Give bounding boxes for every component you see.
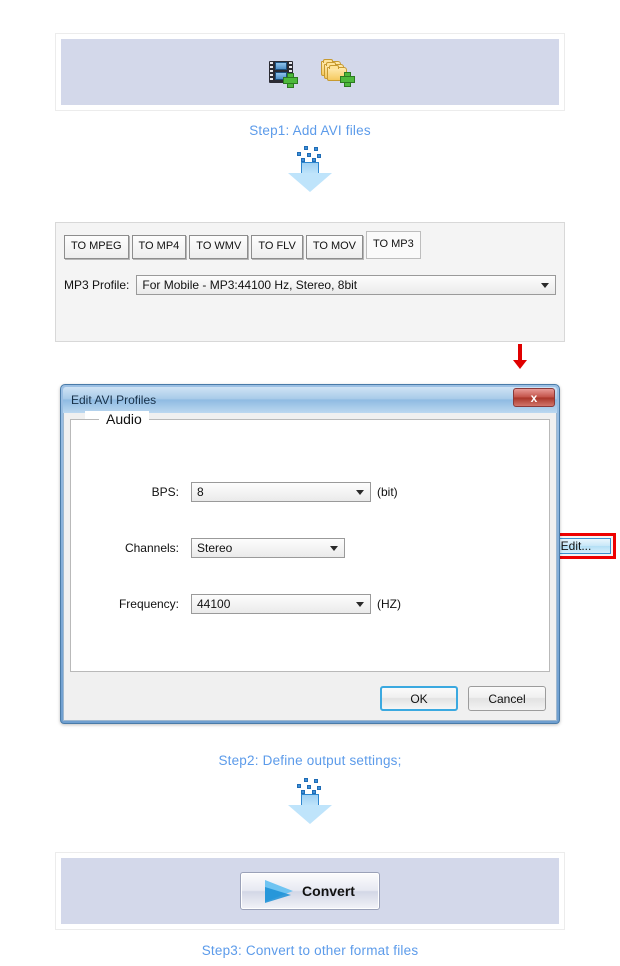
chevron-down-icon	[356, 602, 364, 607]
cancel-button[interactable]: Cancel	[468, 686, 546, 711]
bps-value: 8	[197, 485, 204, 499]
step3-panel: Convert	[55, 852, 565, 930]
ok-button-label: OK	[410, 691, 428, 706]
dialog-client-area: Audio BPS: 8 (bit) Channels: Stereo Freq…	[63, 411, 557, 721]
film-frame-top	[275, 62, 287, 70]
frequency-label: Frequency:	[118, 597, 179, 611]
dissolve-arrow-2	[287, 778, 333, 824]
red-arrow-head	[513, 360, 527, 369]
arrow-head	[288, 173, 332, 192]
step1-panel-fill	[61, 39, 559, 105]
audio-legend-text: Audio	[99, 411, 149, 427]
dialog-button-bar: OK Cancel	[380, 686, 546, 711]
red-arrow-shaft	[518, 344, 522, 360]
step3-caption: Step3: Convert to other format files	[201, 943, 419, 958]
convert-button-row: Convert	[61, 858, 559, 924]
red-pointer-arrow	[513, 344, 527, 369]
cancel-button-label: Cancel	[488, 691, 526, 706]
step1-caption: Step1: Add AVI files	[249, 123, 371, 138]
edit-button-label: Edit...	[560, 539, 592, 553]
dissolve-dots	[296, 146, 324, 162]
add-video-file-icon[interactable]	[269, 59, 298, 88]
dialog-titlebar[interactable]: Edit AVI Profiles x	[63, 387, 557, 413]
green-plus-icon	[340, 72, 355, 87]
tab-to-mp4[interactable]: TO MP4	[131, 235, 187, 259]
audio-groupbox: Audio BPS: 8 (bit) Channels: Stereo Freq…	[70, 411, 550, 672]
add-folder-icon[interactable]	[321, 59, 355, 87]
chevron-down-icon	[356, 490, 364, 495]
bps-field-row: BPS: 8 (bit)	[93, 482, 398, 502]
frequency-select[interactable]: 44100	[191, 594, 371, 614]
edit-avi-profiles-dialog: Edit AVI Profiles x Audio BPS: 8 (bit) C…	[60, 384, 560, 724]
tutorial-page: Step1: Add AVI files TO MPEG TO MP4 TO W…	[0, 0, 620, 966]
tab-to-mpeg[interactable]: TO MPEG	[64, 235, 129, 259]
ok-button[interactable]: OK	[380, 686, 458, 711]
bps-select[interactable]: 8	[191, 482, 371, 502]
frequency-value: 44100	[197, 597, 231, 611]
arrow-head	[288, 805, 332, 824]
mp3-profile-value: For Mobile - MP3:44100 Hz, Stereo, 8bit	[142, 278, 358, 292]
green-plus-icon	[283, 73, 298, 88]
step3-panel-fill: Convert	[61, 858, 559, 924]
play-triangle-icon	[265, 880, 295, 903]
bps-label: BPS:	[151, 485, 179, 499]
channels-label: Channels:	[124, 541, 179, 555]
channels-value: Stereo	[197, 541, 233, 555]
format-tabstrip: TO MPEG TO MP4 TO WMV TO FLV TO MOV TO M…	[64, 231, 424, 259]
mp3-profile-row: MP3 Profile: For Mobile - MP3:44100 Hz, …	[64, 275, 556, 295]
arrow-shape	[287, 162, 333, 192]
output-format-panel: TO MPEG TO MP4 TO WMV TO FLV TO MOV TO M…	[55, 222, 616, 559]
tab-to-mov[interactable]: TO MOV	[305, 235, 364, 259]
mp3-profile-select[interactable]: For Mobile - MP3:44100 Hz, Stereo, 8bit	[136, 275, 556, 295]
tab-to-flv[interactable]: TO FLV	[251, 235, 303, 259]
frequency-unit: (HZ)	[377, 597, 401, 611]
convert-button[interactable]: Convert	[240, 872, 380, 910]
step2-caption: Step2: Define output settings;	[218, 753, 402, 768]
legend-dash-left	[85, 418, 99, 420]
chevron-down-icon	[330, 546, 338, 551]
tab-to-wmv[interactable]: TO WMV	[189, 235, 249, 259]
mp3-profile-label: MP3 Profile:	[64, 278, 130, 292]
channels-select[interactable]: Stereo	[191, 538, 345, 558]
arrow-shape	[287, 794, 333, 824]
chevron-down-icon	[541, 283, 549, 288]
close-icon[interactable]: x	[513, 388, 555, 407]
dissolve-arrow-1	[287, 146, 333, 192]
bps-unit: (bit)	[377, 485, 398, 499]
step1-panel	[55, 33, 565, 111]
audio-groupbox-legend: Audio	[85, 411, 149, 427]
frequency-field-row: Frequency: 44100 (HZ)	[93, 594, 401, 614]
add-files-icon-row	[61, 39, 559, 105]
dissolve-dots	[296, 778, 324, 794]
play-bottom-face	[265, 887, 292, 903]
channels-field-row: Channels: Stereo	[93, 538, 351, 558]
close-icon-glyph: x	[530, 390, 538, 405]
convert-button-label: Convert	[302, 883, 355, 899]
tab-to-mp3[interactable]: TO MP3	[366, 231, 421, 259]
dialog-title: Edit AVI Profiles	[71, 393, 157, 407]
